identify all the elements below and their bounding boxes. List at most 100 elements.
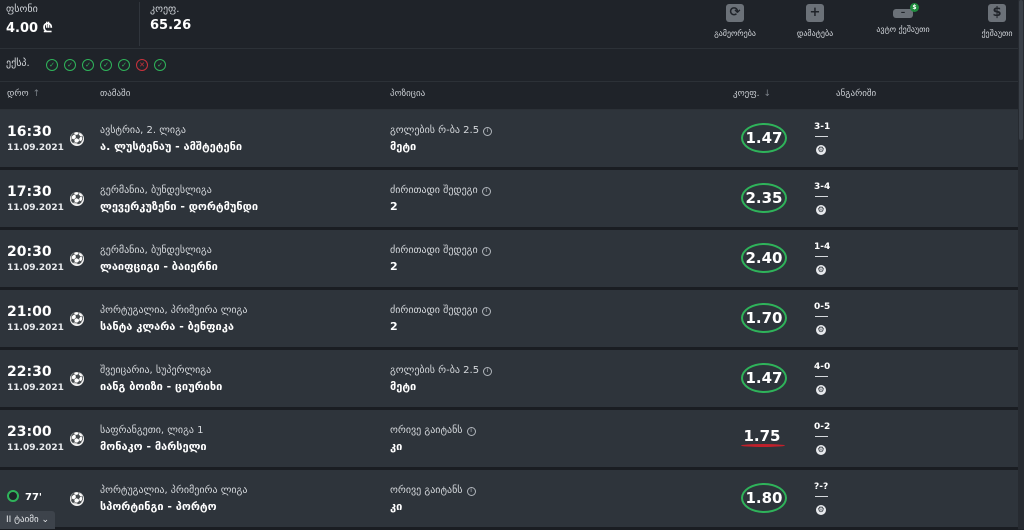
bet-summary-bar: ფსონი 4.00 ₾ კოეფ. 65.26 ⟳ გამეორება + დ… — [0, 0, 1024, 48]
add-button[interactable]: + დამატება — [770, 4, 860, 38]
football-icon: ⚽ — [70, 252, 84, 266]
auto-cashout-button[interactable]: – $ ავტო ქეშაუთი — [858, 3, 948, 34]
score-divider — [815, 256, 828, 257]
score-divider — [815, 136, 828, 137]
market-text: ძირითადი შედეგი — [390, 245, 478, 256]
result-settings-icon[interactable]: ⚙ — [816, 145, 826, 155]
repeat-button[interactable]: ⟳ გამეორება — [690, 4, 780, 38]
odds-value: 1.47 — [741, 363, 787, 393]
total-odds-label: კოეფ. — [150, 4, 180, 15]
result-settings-icon[interactable]: ⚙ — [816, 325, 826, 335]
match-score: 0-2 — [814, 422, 831, 432]
info-icon[interactable]: i — [483, 127, 493, 136]
table-row[interactable]: 21:00 11.09.2021 ⚽ პორტუგალია, პრიმეირა … — [0, 290, 1018, 350]
scrollbar[interactable] — [1018, 0, 1024, 529]
cashout-label: ქეშაუთი — [981, 29, 1013, 38]
league-name: გერმანია, ბუნდესლიგა — [100, 245, 212, 256]
info-icon[interactable]: i — [481, 247, 491, 256]
cashout-button[interactable]: $ ქეშაუთი — [952, 4, 1024, 38]
period-tab-label: II ტაიმი — [6, 515, 39, 525]
column-odds-label: კოეფ. — [733, 89, 760, 99]
lost-cross-icon: ✕ — [136, 59, 148, 71]
column-date[interactable]: დრო ↑ — [7, 89, 40, 99]
result-settings-icon[interactable]: ⚙ — [816, 205, 826, 215]
column-date-label: დრო — [7, 89, 29, 99]
result-settings-icon[interactable]: ⚙ — [816, 445, 826, 455]
info-icon[interactable]: i — [481, 187, 491, 196]
table-row[interactable]: 20:30 11.09.2021 ⚽ გერმანია, ბუნდესლიგა … — [0, 230, 1018, 290]
table-row[interactable]: 23:00 11.09.2021 ⚽ საფრანგეთი, ლიგა 1 მო… — [0, 410, 1018, 470]
result-settings-icon[interactable]: ⚙ — [816, 505, 826, 515]
market-name: გოლების რ-ბა 2.5 i — [390, 365, 493, 376]
table-row[interactable]: 77' ⚽ პორტუგალია, პრიმეირა ლიგა სპორტინგ… — [0, 470, 1018, 530]
market-name: ორივე გაიტანს i — [390, 485, 476, 496]
match-date: 11.09.2021 — [7, 203, 64, 213]
total-odds-value: 65.26 — [150, 18, 192, 33]
event-name[interactable]: მონაკო - მარსელი — [100, 440, 207, 453]
score-divider — [815, 436, 828, 437]
column-odds[interactable]: კოეფ. ↓ — [733, 89, 771, 99]
event-name[interactable]: იანგ ბოიზი - ციურიხი — [100, 380, 222, 393]
match-score: 3-4 — [814, 182, 831, 192]
chevron-down-icon: ⌄ — [41, 515, 50, 525]
table-row[interactable]: 22:30 11.09.2021 ⚽ შვეიცარია, სუპერლიგა … — [0, 350, 1018, 410]
auto-cashout-icon: – $ — [893, 3, 919, 18]
column-event: თამაში — [100, 89, 131, 99]
result-settings-icon[interactable]: ⚙ — [816, 385, 826, 395]
stake-amount: ფსონი 4.00 ₾ — [6, 4, 53, 36]
period-tab[interactable]: II ტაიმი ⌄ — [0, 511, 56, 529]
event-name[interactable]: სანტა კლარა - ბენფიკა — [100, 320, 234, 333]
table-row[interactable]: 16:30 11.09.2021 ⚽ ავსტრია, 2. ლიგა ა. ლ… — [0, 110, 1018, 170]
football-icon: ⚽ — [70, 312, 84, 326]
result-settings-icon[interactable]: ⚙ — [816, 265, 826, 275]
pick-value: კი — [390, 440, 403, 453]
match-date: 11.09.2021 — [7, 263, 64, 273]
market-text: გოლების რ-ბა 2.5 — [390, 365, 480, 376]
info-icon[interactable]: i — [483, 367, 493, 376]
column-result: ანგარიში — [836, 89, 877, 99]
info-icon[interactable]: i — [466, 427, 476, 436]
info-icon[interactable]: i — [466, 487, 476, 496]
auto-cashout-glyph: – — [900, 8, 906, 18]
auto-cashout-label: ავტო ქეშაუთი — [876, 25, 930, 34]
market-text: ძირითადი შედეგი — [390, 305, 478, 316]
score-divider — [815, 316, 828, 317]
market-text: ორივე გაიტანს — [390, 485, 463, 496]
table-row[interactable]: 17:30 11.09.2021 ⚽ გერმანია, ბუნდესლიგა … — [0, 170, 1018, 230]
pick-value: კი — [390, 500, 403, 513]
market-name: ძირითადი შედეგი i — [390, 245, 491, 256]
match-date: 11.09.2021 — [7, 143, 64, 153]
market-text: ორივე გაიტანს — [390, 425, 463, 436]
total-odds: კოეფ. 65.26 — [150, 4, 191, 33]
football-icon: ⚽ — [70, 432, 84, 446]
match-time: 23:00 — [7, 424, 52, 440]
event-name[interactable]: ლევერკუზენი - დორტმუნდი — [100, 200, 258, 213]
pick-value: მეტი — [390, 140, 417, 153]
won-check-icon: ✓ — [118, 59, 130, 71]
column-market: პოზიცია — [390, 89, 426, 99]
football-icon: ⚽ — [70, 192, 84, 206]
won-check-icon: ✓ — [46, 59, 58, 71]
event-name[interactable]: ლაიფციგი - ბაიერნი — [100, 260, 218, 273]
plus-icon: + — [806, 4, 824, 22]
match-score: 3-1 — [814, 122, 831, 132]
event-name[interactable]: სპორტინგი - პორტო — [100, 500, 217, 513]
won-check-icon: ✓ — [100, 59, 112, 71]
football-icon: ⚽ — [70, 132, 84, 146]
won-check-icon: ✓ — [154, 59, 166, 71]
pick-value: 2 — [390, 200, 398, 213]
match-date: 11.09.2021 — [7, 443, 64, 453]
match-time: 21:00 — [7, 304, 52, 320]
odds-value: 2.35 — [741, 183, 787, 213]
scrollbar-thumb[interactable] — [1019, 0, 1023, 140]
pick-value: 2 — [390, 320, 398, 333]
odds-value-lost: 1.75 — [741, 423, 785, 449]
table-header: დრო ↑ თამაში პოზიცია კოეფ. ↓ ანგარიში — [0, 81, 1018, 110]
match-time: 20:30 — [7, 244, 52, 260]
league-name: პორტუგალია, პრიმეირა ლიგა — [100, 485, 248, 496]
sort-arrow-down-icon: ↓ — [763, 89, 772, 99]
sort-arrow-up-icon: ↑ — [32, 89, 41, 99]
event-name[interactable]: ა. ლუსტენაუ - ამშტეტენი — [100, 140, 242, 153]
info-icon[interactable]: i — [481, 307, 491, 316]
score-divider — [815, 496, 828, 497]
